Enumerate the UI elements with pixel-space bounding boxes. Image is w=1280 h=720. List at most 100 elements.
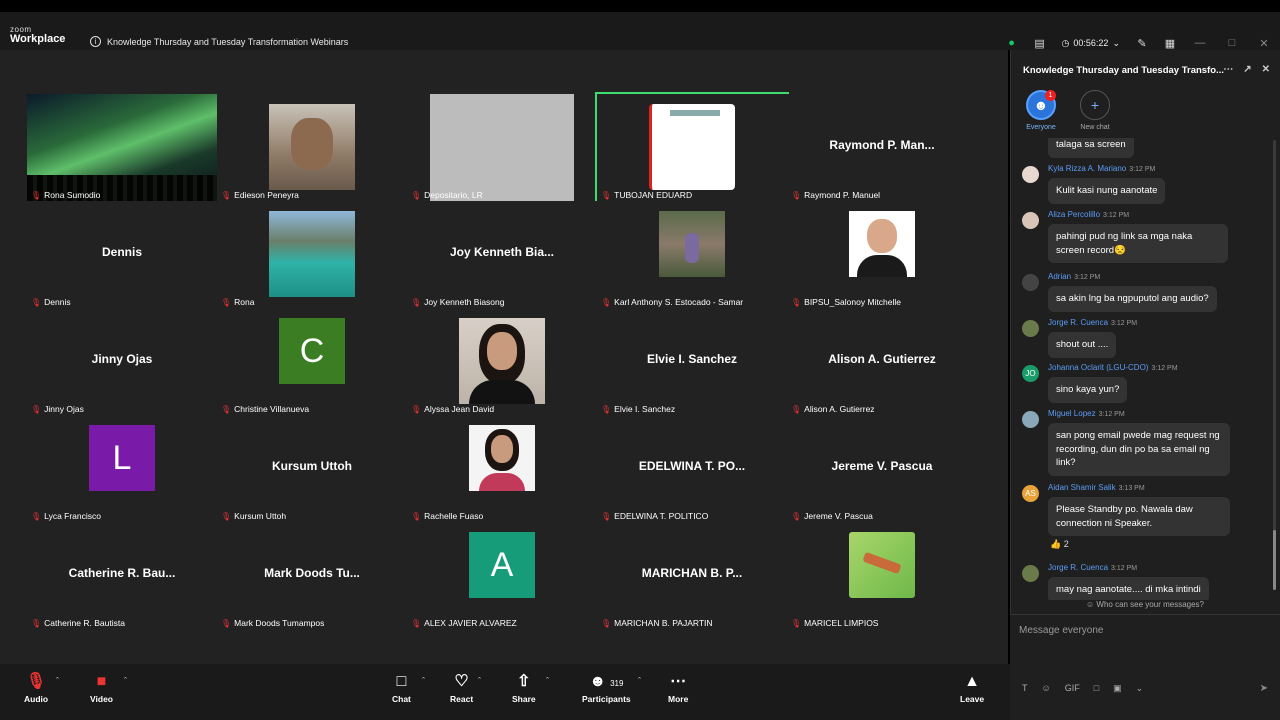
participant-tile[interactable]: Dennis 🎙 Dennis [27,201,217,308]
leave-button[interactable]: ▲ Leave [960,672,984,704]
participant-label: 🎙 Jinny Ojas [31,404,84,414]
shield-icon[interactable]: ● [998,37,1026,49]
tab-new-chat[interactable]: + New chat [1073,90,1117,138]
video-options-caret[interactable]: ˆ [124,676,127,686]
reaction-thumbs-up[interactable]: 👍 2 [1050,539,1069,550]
share-label: Share [512,694,536,704]
chat-label: Chat [392,694,411,704]
participant-tile[interactable]: Jinny Ojas 🎙 Jinny Ojas [27,308,217,415]
participant-tile[interactable]: Jereme V. Pascua 🎙 Jereme V. Pascua [787,415,977,522]
participant-tile[interactable]: 🎙 Alyssa Jean David [407,308,597,415]
participant-name: Rona Sumodio [44,190,101,200]
chat-scrollbar-track[interactable] [1273,140,1276,590]
participant-tile-active-speaker[interactable]: 🎙 TUBOJAN EDUARD [595,92,789,203]
send-button[interactable]: ➤ [1260,683,1268,694]
participant-name: TUBOJAN EDUARD [614,190,693,200]
muted-mic-icon: 🎙 [791,297,802,307]
participant-tile[interactable]: Elvie I. Sanchez 🎙 Elvie I. Sanchez [597,308,787,415]
clock-icon: ◷ [1061,37,1070,48]
participant-label: 🎙 Raymond P. Manuel [791,190,880,200]
who-can-see-link[interactable]: ☺ Who can see your messages? [1011,600,1279,609]
pop-out-icon[interactable]: ↗ [1243,64,1251,75]
participant-tile[interactable]: 🎙 MARICEL LIMPIOS [787,522,977,629]
close-window-button[interactable]: ✕ [1248,37,1280,50]
info-icon[interactable]: i [90,36,101,47]
video-button[interactable]: ■ Video [90,672,113,704]
muted-mic-icon: 🎙 [411,190,422,200]
react-options-caret[interactable]: ˆ [478,676,481,686]
participant-name: Edieson Peneyra [234,190,299,200]
participants-button[interactable]: ☻ 319 Participants [582,672,631,704]
message-meta: Miguel Lopez 3:12 PM [1048,409,1125,418]
sender-name: Aliza Percolillo [1048,210,1101,219]
participant-tile[interactable]: L 🎙 Lyca Francisco [27,415,217,522]
participant-tile[interactable]: Joy Kenneth Bia... 🎙 Joy Kenneth Biasong [407,201,597,308]
participant-tile[interactable]: 🎙 Rona [217,201,407,308]
grid-view-icon[interactable]: ▦ [1156,37,1184,50]
participant-tile[interactable]: Kursum Uttoh 🎙 Kursum Uttoh [217,415,407,522]
message-meta: Kyla Rizza A. Mariano 3:12 PM [1048,164,1155,173]
participant-tile[interactable]: A 🎙 ALEX JAVIER ALVAREZ [407,522,597,629]
participant-tile[interactable]: 🎙 Depositario, LR [407,94,597,201]
close-icon[interactable]: ✕ [1262,64,1270,75]
message-bubble: Please Standby po. Nawala daw connection… [1048,497,1230,536]
participant-tile[interactable]: Raymond P. Man... 🎙 Raymond P. Manuel [787,94,977,201]
participant-center-name: Dennis [101,245,142,259]
message-meta: Aliza Percolillo 3:12 PM [1048,210,1129,219]
participant-tile[interactable]: 🎙 Rona Sumodio [27,94,217,201]
meeting-timer[interactable]: ◷ 00:56:22 ⌄ [1062,38,1120,49]
participant-tile[interactable]: Mark Doods Tu... 🎙 Mark Doods Tumampos [217,522,407,629]
maximize-button[interactable]: □ [1216,37,1248,49]
more-options-icon[interactable]: ⋯ [1223,64,1233,75]
emoji-icon[interactable]: ☺ [1042,683,1051,694]
chat-message-list[interactable]: talaga sa screen Kyla Rizza A. Mariano 3:… [1011,138,1279,600]
notes-icon[interactable]: ▤ [1026,37,1054,50]
participant-label: 🎙 Catherine R. Bautista [31,618,125,628]
participant-tile[interactable]: MARICHAN B. P... 🎙 MARICHAN B. PAJARTIN [597,522,787,629]
participant-photo [269,104,355,190]
participant-tile[interactable]: 🎙 Karl Anthony S. Estocado - Samar [597,201,787,308]
participant-label: 🎙 Depositario, LR [411,190,483,200]
participant-tile[interactable]: 🎙 Edieson Peneyra [217,94,407,201]
participant-label: 🎙 Kursum Uttoh [221,511,286,521]
message-input[interactable]: Message everyone [1019,625,1104,636]
participant-tile[interactable]: 🎙 Rachelle Fuaso [407,415,597,522]
chat-options-caret[interactable]: ˆ [422,676,425,686]
participant-tile[interactable]: 🎙 BIPSU_Salonoy Mitchelle [787,201,977,308]
participant-tile[interactable]: C 🎙 Christine Villanueva [217,308,407,415]
share-button[interactable]: ⇧ Share [512,672,536,704]
gif-icon[interactable]: GIF [1065,683,1080,694]
more-button[interactable]: ⋯ More [668,672,688,704]
chevron-down-icon[interactable]: ⌄ [1136,683,1144,694]
message-meta: Jorge R. Cuenca 3:12 PM [1048,318,1137,327]
participant-name: Depositario, LR [424,190,483,200]
format-text-icon[interactable]: T [1022,683,1028,694]
file-icon[interactable]: □ [1094,683,1099,694]
chat-button[interactable]: □ Chat [392,672,411,704]
participant-label: 🎙 Jereme V. Pascua [791,511,873,521]
message-time: 3:12 PM [1074,274,1101,281]
participant-tile[interactable]: EDELWINA T. PO... 🎙 EDELWINA T. POLITICO [597,415,787,522]
annotate-icon[interactable]: ✎ [1128,37,1156,50]
share-options-caret[interactable]: ˆ [546,676,549,686]
audio-button[interactable]: 🎙 Audio [24,672,48,704]
participant-label: 🎙 Mark Doods Tumampos [221,618,324,628]
avatar [1022,565,1039,582]
participant-name: Alison A. Gutierrez [804,404,875,414]
lake-photo [269,211,355,297]
portrait-photo [469,425,535,491]
audio-options-caret[interactable]: ˆ [56,676,59,686]
shared-document-thumbnail [649,104,735,190]
tab-everyone[interactable]: ☻ 1 Everyone [1019,90,1063,138]
screenshot-icon[interactable]: ▣ [1113,683,1122,694]
participant-tile[interactable]: Catherine R. Bau... 🎙 Catherine R. Bautis… [27,522,217,629]
react-button[interactable]: ♡ React [450,672,473,704]
meeting-title[interactable]: i Knowledge Thursday and Tuesday Transfo… [90,36,348,47]
avatar-initials: AS [1022,485,1039,502]
participants-options-caret[interactable]: ˆ [638,676,641,686]
participant-tile[interactable]: Alison A. Gutierrez 🎙 Alison A. Gutierrez [787,308,977,415]
chat-scrollbar-thumb[interactable] [1273,530,1276,590]
minimize-button[interactable]: — [1184,37,1216,49]
sender-name: Miguel Lopez [1048,409,1096,418]
participant-label: 🎙 Lyca Francisco [31,511,101,521]
